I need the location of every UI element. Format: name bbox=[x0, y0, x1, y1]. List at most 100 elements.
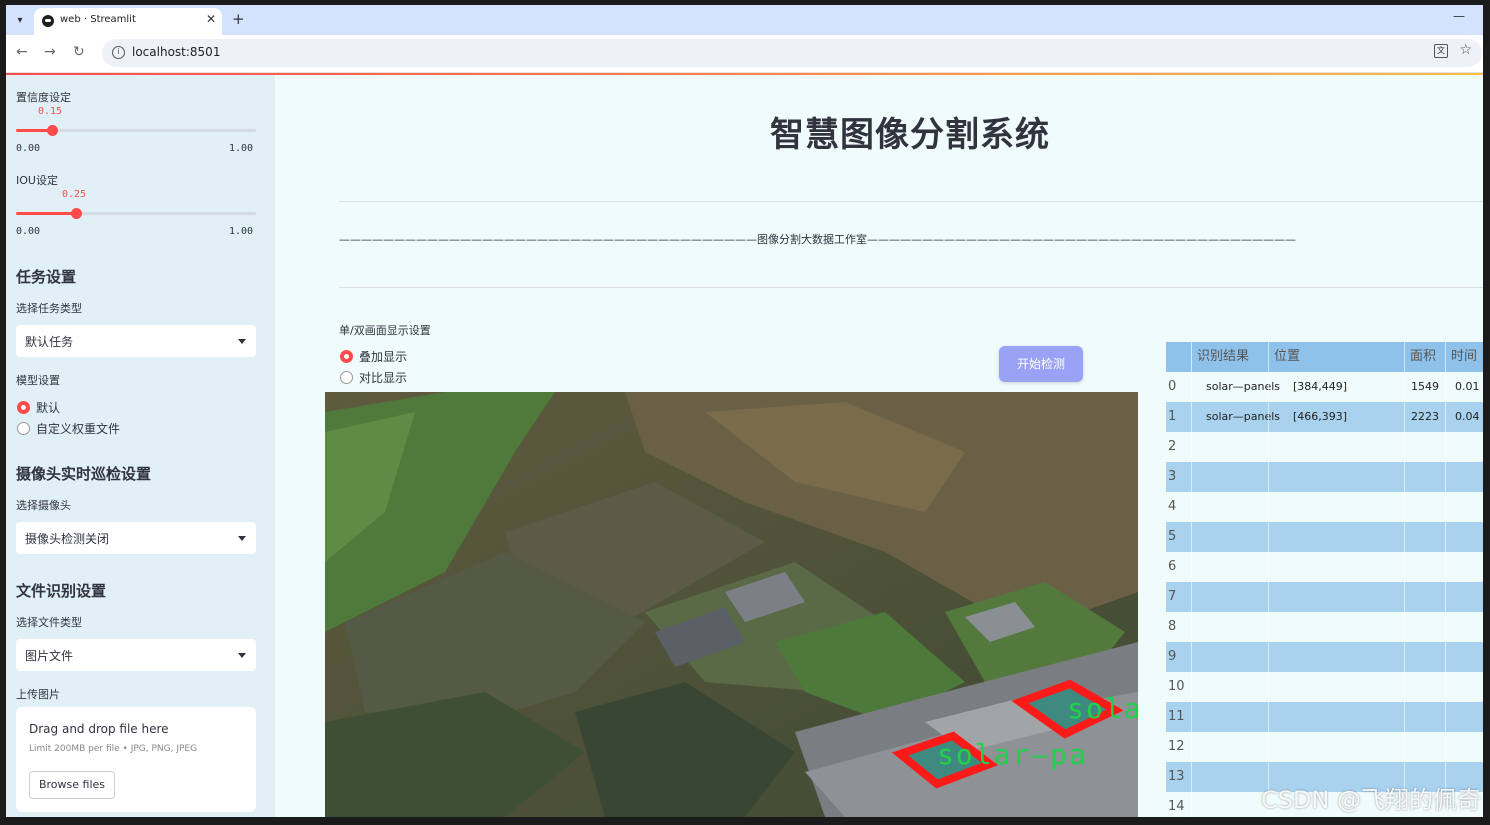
sidebar: 置信度设定 0.15 0.00 1.00 IOU设定 0.25 0.00 1.0… bbox=[6, 75, 275, 817]
display-option-compare[interactable]: 对比显示 bbox=[340, 369, 407, 386]
iou-slider-thumb[interactable] bbox=[71, 208, 82, 219]
row-index: 1 bbox=[1168, 409, 1177, 424]
table-row[interactable]: 3 bbox=[1166, 462, 1483, 492]
translate-icon[interactable]: 文 bbox=[1434, 44, 1448, 58]
table-row[interactable]: 6 bbox=[1166, 552, 1483, 582]
overlay-label: solar—pa bbox=[937, 738, 1088, 771]
file-dropzone[interactable]: Drag and drop file here Limit 200MB per … bbox=[16, 707, 256, 812]
chevron-down-icon bbox=[238, 339, 246, 344]
row-index: 13 bbox=[1168, 769, 1185, 784]
radio-unselected-icon bbox=[17, 422, 30, 435]
table-row[interactable]: 1 solar—panels [466,393] 2223 0.04 bbox=[1166, 402, 1483, 432]
close-tab-icon[interactable]: ✕ bbox=[206, 12, 216, 26]
address-bar: ← → ↻ i localhost:8501 文 ☆ bbox=[6, 35, 1483, 73]
file-type-select[interactable]: 图片文件 bbox=[16, 639, 256, 671]
model-label: 模型设置 bbox=[16, 374, 60, 387]
confidence-label: 置信度设定 bbox=[16, 91, 71, 104]
chevron-down-icon bbox=[238, 653, 246, 658]
iou-max: 1.00 bbox=[229, 226, 254, 237]
row-index: 9 bbox=[1168, 649, 1177, 664]
task-type-select[interactable]: 默认任务 bbox=[16, 325, 256, 357]
page-title: 智慧图像分割系统 bbox=[770, 115, 1050, 155]
minimize-icon[interactable]: — bbox=[1453, 9, 1465, 23]
browser-tab[interactable]: web · Streamlit ✕ bbox=[34, 8, 222, 35]
iou-slider[interactable] bbox=[16, 208, 256, 219]
confidence-value: 0.15 bbox=[38, 106, 63, 117]
url-input[interactable]: i localhost:8501 文 ☆ bbox=[102, 39, 1482, 67]
start-detection-button[interactable]: 开始检测 bbox=[999, 346, 1083, 382]
radio-selected-icon bbox=[340, 350, 353, 363]
row-index: 4 bbox=[1168, 499, 1177, 514]
table-row[interactable]: 8 bbox=[1166, 612, 1483, 642]
streamlit-favicon-icon bbox=[42, 15, 54, 27]
cell-area: 1549 bbox=[1411, 380, 1439, 393]
table-row[interactable]: 11 bbox=[1166, 702, 1483, 732]
confidence-slider-thumb[interactable] bbox=[47, 125, 58, 136]
table-row[interactable]: 7 bbox=[1166, 582, 1483, 612]
new-tab-icon[interactable]: + bbox=[232, 10, 245, 28]
tab-title: web · Streamlit bbox=[60, 14, 136, 25]
row-index: 0 bbox=[1168, 379, 1177, 394]
chevron-down-icon bbox=[238, 536, 246, 541]
iou-slider-fill bbox=[16, 212, 76, 215]
confidence-max: 1.00 bbox=[229, 143, 254, 154]
column-divider bbox=[1404, 342, 1405, 817]
table-row[interactable]: 4 bbox=[1166, 492, 1483, 522]
row-index: 5 bbox=[1168, 529, 1177, 544]
display-option-overlay[interactable]: 叠加显示 bbox=[340, 348, 407, 365]
dropzone-text: Drag and drop file here bbox=[29, 722, 169, 736]
header-area[interactable]: 面积 bbox=[1410, 342, 1436, 372]
file-type-label: 选择文件类型 bbox=[16, 616, 82, 629]
model-option-default[interactable]: 默认 bbox=[17, 399, 60, 416]
header-result[interactable]: 识别结果 bbox=[1197, 342, 1249, 372]
back-arrow-icon[interactable]: ← bbox=[16, 44, 28, 60]
cell-time: 0.01 bbox=[1455, 380, 1480, 393]
dropzone-limit: Limit 200MB per file • JPG, PNG, JPEG bbox=[29, 744, 198, 754]
header-position[interactable]: 位置 bbox=[1274, 342, 1300, 372]
table-row[interactable]: 9 bbox=[1166, 642, 1483, 672]
task-heading: 任务设置 bbox=[16, 268, 77, 286]
cell-area: 2223 bbox=[1411, 410, 1439, 423]
iou-value: 0.25 bbox=[62, 189, 87, 200]
row-index: 12 bbox=[1168, 739, 1185, 754]
confidence-min: 0.00 bbox=[16, 143, 41, 154]
cell-time: 0.04 bbox=[1455, 410, 1480, 423]
tab-search-icon[interactable]: ▾ bbox=[10, 10, 30, 30]
camera-value: 摄像头检测关闭 bbox=[25, 532, 110, 546]
confidence-slider[interactable] bbox=[16, 125, 256, 136]
file-heading: 文件识别设置 bbox=[16, 582, 107, 600]
forward-arrow-icon[interactable]: → bbox=[44, 44, 56, 60]
cell-position: [466,393] bbox=[1293, 410, 1348, 423]
site-info-icon[interactable]: i bbox=[112, 46, 125, 59]
table-header: 识别结果 位置 面积 时间 bbox=[1166, 342, 1483, 372]
row-index: 6 bbox=[1168, 559, 1177, 574]
iou-label: IOU设定 bbox=[16, 174, 58, 187]
display-mode-label: 单/双画面显示设置 bbox=[339, 324, 431, 337]
reload-icon[interactable]: ↻ bbox=[73, 44, 85, 60]
url-text: localhost:8501 bbox=[132, 45, 221, 59]
overlay-label: sola bbox=[1067, 692, 1138, 725]
table-row[interactable]: 2 bbox=[1166, 432, 1483, 462]
browse-files-button[interactable]: Browse files bbox=[29, 771, 115, 799]
divider bbox=[339, 201, 1483, 202]
browser-window: ▾ web · Streamlit ✕ + — ← → ↻ i localhos… bbox=[6, 5, 1483, 817]
model-option-custom[interactable]: 自定义权重文件 bbox=[17, 420, 120, 437]
table-row[interactable]: 0 solar—panels [384,449] 1549 0.01 bbox=[1166, 372, 1483, 402]
model-option-label: 自定义权重文件 bbox=[36, 422, 121, 436]
table-row[interactable]: 10 bbox=[1166, 672, 1483, 702]
table-row[interactable]: 5 bbox=[1166, 522, 1483, 552]
row-index: 14 bbox=[1168, 799, 1185, 814]
table-row[interactable]: 12 bbox=[1166, 732, 1483, 762]
row-index: 8 bbox=[1168, 619, 1177, 634]
camera-heading: 摄像头实时巡检设置 bbox=[16, 465, 152, 483]
radio-selected-icon bbox=[17, 401, 30, 414]
detection-result-image: solar—pa sola bbox=[325, 392, 1138, 817]
header-time[interactable]: 时间 bbox=[1451, 342, 1477, 372]
bookmark-star-icon[interactable]: ☆ bbox=[1459, 42, 1472, 58]
camera-select[interactable]: 摄像头检测关闭 bbox=[16, 522, 256, 554]
row-index: 2 bbox=[1168, 439, 1177, 454]
row-index: 7 bbox=[1168, 589, 1177, 604]
column-divider bbox=[1445, 342, 1446, 817]
row-index: 11 bbox=[1168, 709, 1185, 724]
column-divider bbox=[1191, 342, 1192, 817]
